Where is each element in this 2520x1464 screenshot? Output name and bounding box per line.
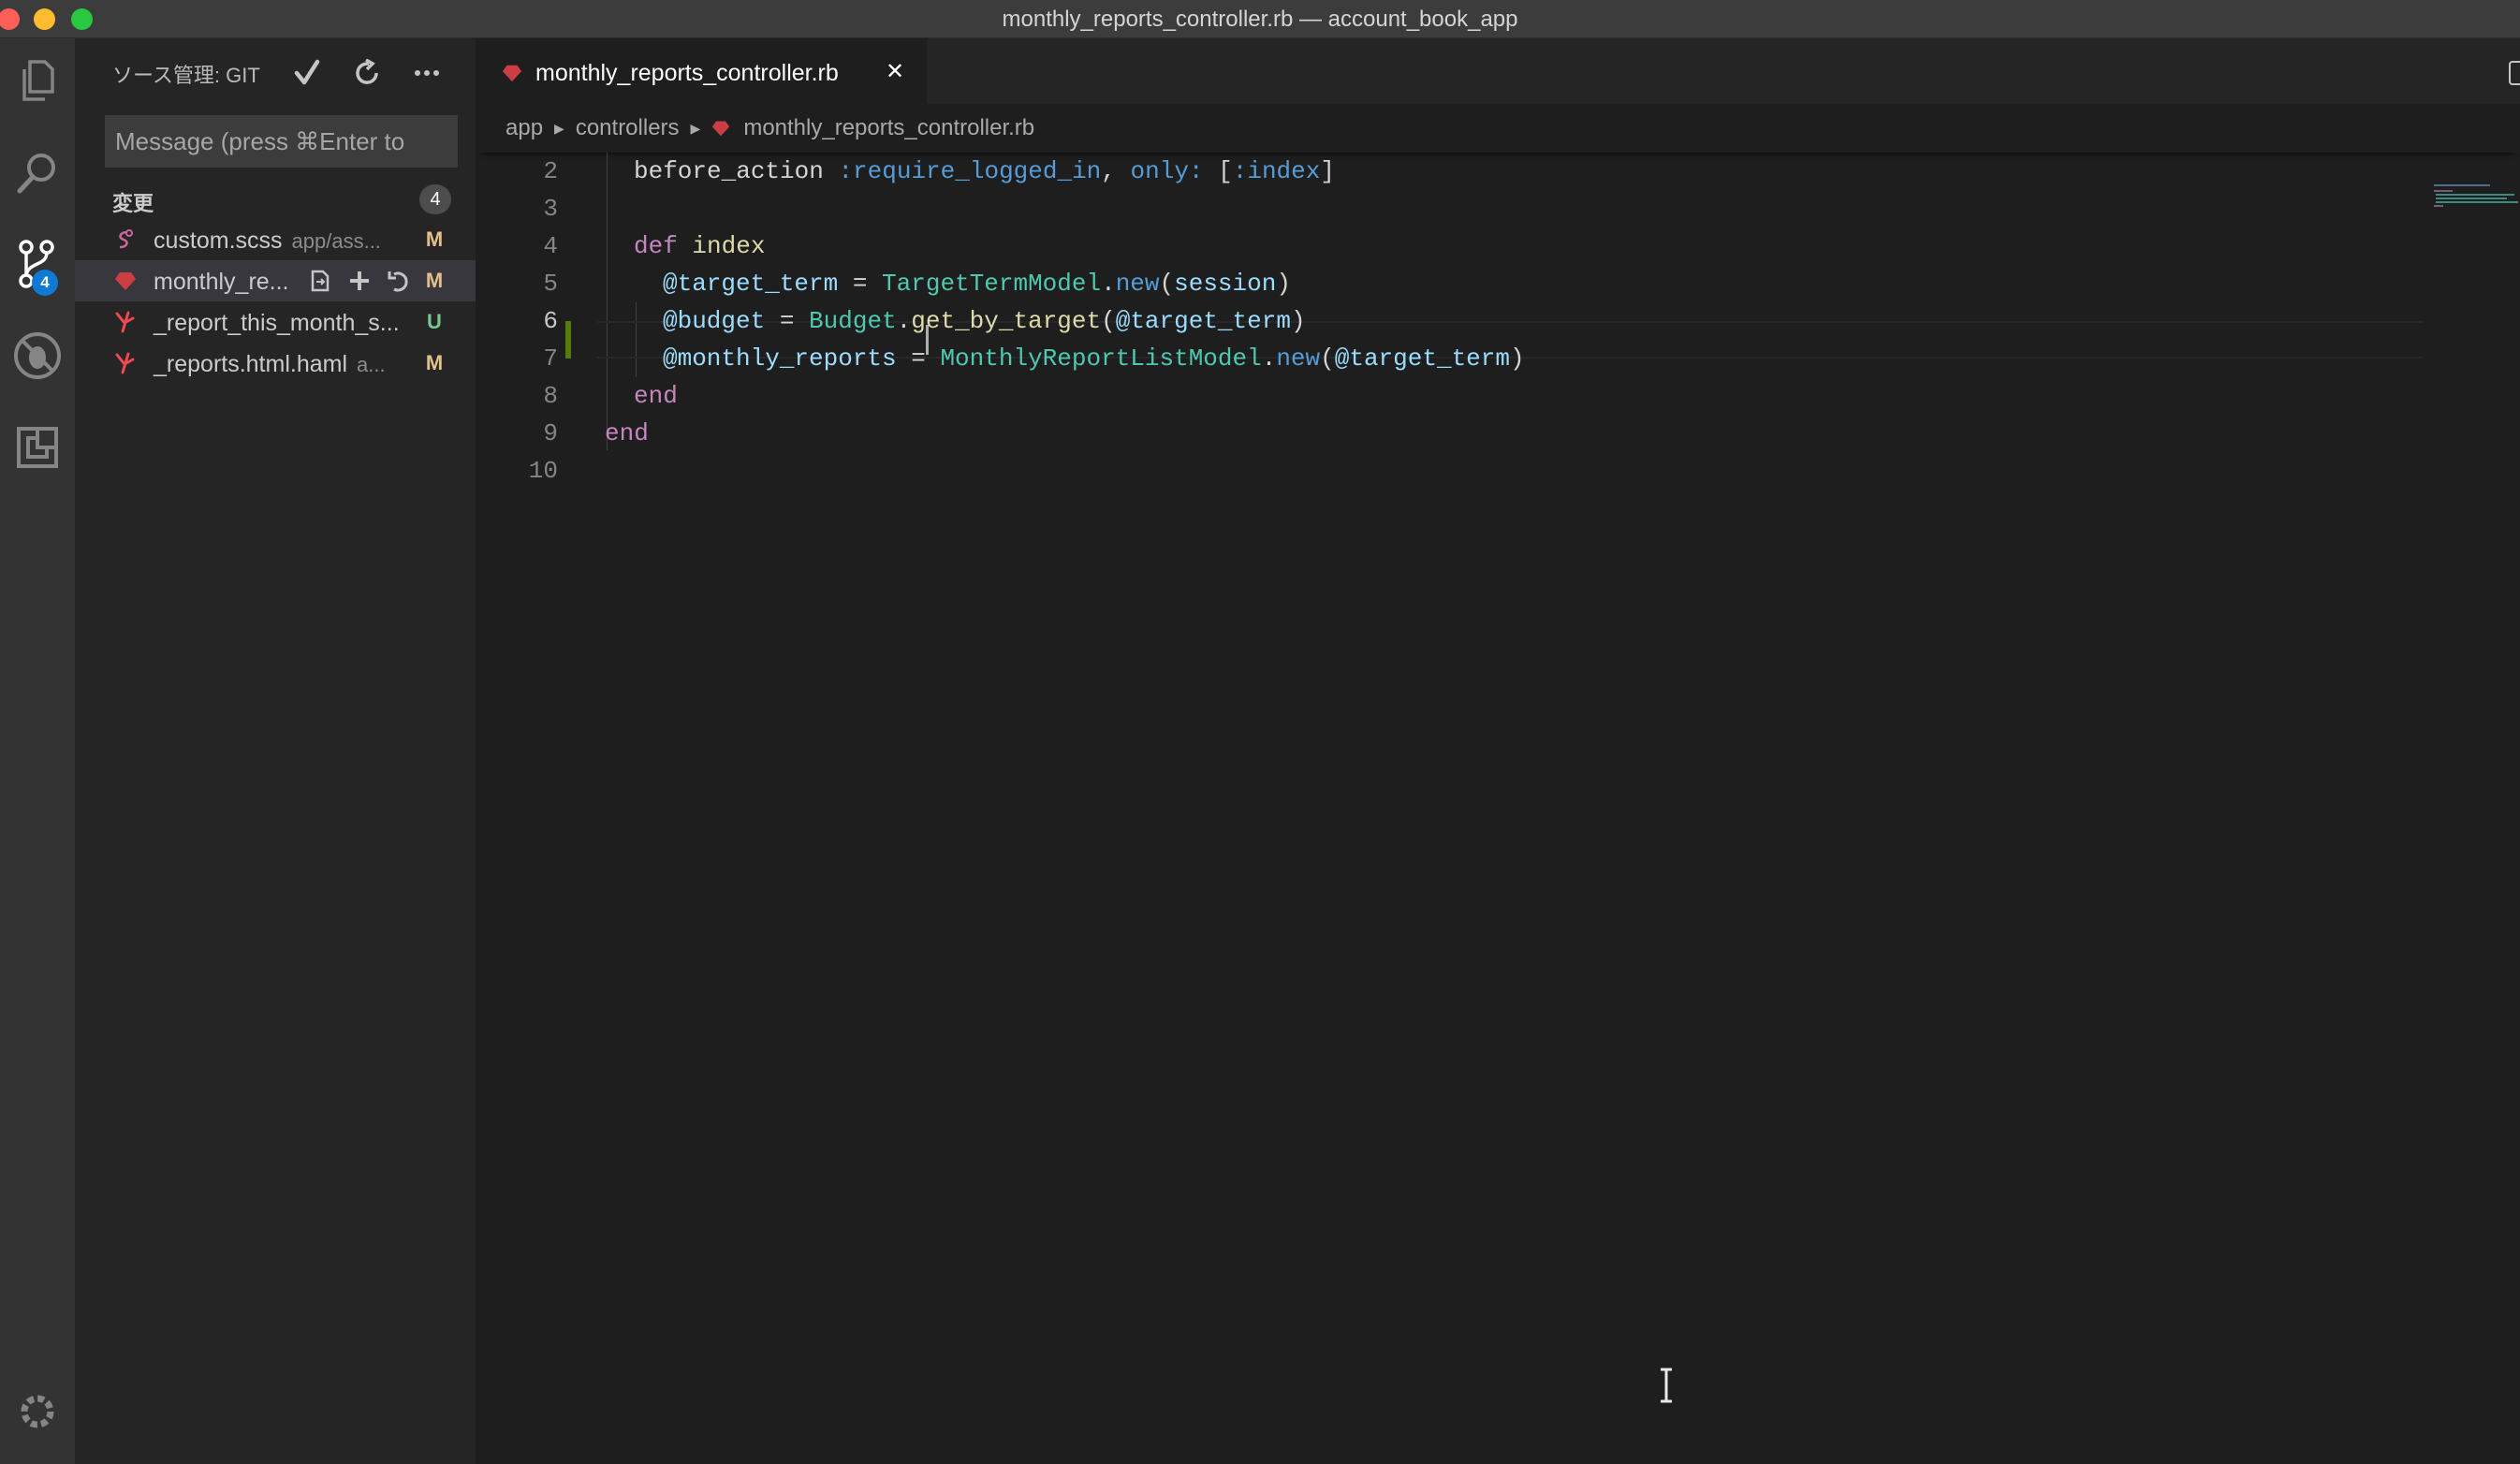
line-number: 2 bbox=[543, 157, 558, 185]
discard-changes-button[interactable] bbox=[384, 266, 414, 296]
commit-checkmark-icon bbox=[294, 59, 320, 85]
changed-file-row[interactable]: monthly_re... M bbox=[75, 260, 476, 301]
minimap[interactable] bbox=[2428, 153, 2520, 209]
file-status-badge: M bbox=[425, 269, 444, 292]
breadcrumb-item-controllers[interactable]: controllers bbox=[576, 115, 680, 141]
changes-group-label: 変更 bbox=[112, 192, 154, 215]
text-select-cursor-icon bbox=[1661, 1368, 1672, 1403]
line-number: 6 bbox=[543, 307, 558, 335]
code-line: 2 before_action :require_logged_in, only… bbox=[476, 153, 2423, 190]
file-directory: a... bbox=[357, 353, 386, 376]
close-tab-button[interactable]: ✕ bbox=[880, 57, 910, 87]
tab-bar: monthly_reports_controller.rb ✕ bbox=[476, 38, 2520, 104]
files-icon bbox=[22, 60, 54, 101]
extensions-icon bbox=[17, 427, 58, 468]
stage-changes-button[interactable] bbox=[344, 266, 374, 296]
search-activity-button[interactable] bbox=[0, 130, 75, 214]
commit-button[interactable] bbox=[288, 54, 326, 92]
code-line-active: 6 @budget = Budget.get_by_target(@target… bbox=[476, 302, 2423, 340]
code-line: 8 end bbox=[476, 377, 2423, 415]
sidebar-header: ソース管理: GIT bbox=[75, 38, 476, 108]
code-editor[interactable]: 2 before_action :require_logged_in, only… bbox=[476, 153, 2520, 1464]
open-file-button[interactable] bbox=[305, 266, 335, 296]
extensions-activity-button[interactable] bbox=[0, 405, 75, 490]
source-control-badge: 4 bbox=[32, 270, 58, 296]
sidebar-title: ソース管理: GIT bbox=[112, 64, 260, 87]
line-number: 3 bbox=[543, 195, 558, 223]
explorer-activity-button[interactable] bbox=[0, 38, 75, 123]
changed-file-row[interactable]: custom.scss app/ass... M bbox=[75, 219, 476, 260]
source-control-activity-button[interactable]: 4 bbox=[0, 222, 75, 306]
changed-file-row[interactable]: _report_this_month_s... U bbox=[75, 301, 476, 343]
code-line: 10 bbox=[476, 452, 2423, 490]
debug-icon bbox=[14, 332, 61, 379]
debug-activity-button[interactable] bbox=[0, 314, 75, 398]
line-content: def index bbox=[634, 232, 766, 260]
haml-file-icon bbox=[115, 352, 135, 374]
editor-group: monthly_reports_controller.rb ✕ app ▶ co… bbox=[476, 38, 2520, 1464]
line-content: end bbox=[634, 382, 678, 410]
line-number: 8 bbox=[543, 382, 558, 410]
line-number: 9 bbox=[543, 419, 558, 447]
more-actions-button[interactable] bbox=[408, 54, 446, 92]
gear-icon[interactable] bbox=[9, 1383, 66, 1440]
refresh-button[interactable] bbox=[348, 54, 386, 92]
changed-file-row[interactable]: _reports.html.haml a... M bbox=[75, 343, 476, 384]
more-icon bbox=[415, 70, 439, 76]
file-name: custom.scss app/ass... bbox=[154, 227, 381, 254]
line-content: @target_term = TargetTermModel.new(sessi… bbox=[663, 270, 1291, 298]
breadcrumb-item-app[interactable]: app bbox=[505, 115, 543, 141]
window-title: monthly_reports_controller.rb — account_… bbox=[1002, 7, 1518, 32]
changes-group-header[interactable]: 変更 4 bbox=[75, 179, 476, 220]
open-file-icon bbox=[311, 270, 330, 292]
file-status-badge: M bbox=[425, 351, 444, 374]
source-control-sidebar: ソース管理: GIT 変更 4 custom.scssapp/ass... M … bbox=[75, 38, 476, 1464]
code-line: 7 @monthly_reports = MonthlyReportListMo… bbox=[476, 340, 2423, 377]
changes-count-badge: 4 bbox=[419, 184, 451, 214]
line-number: 4 bbox=[543, 232, 558, 260]
sass-file-icon bbox=[119, 229, 133, 249]
ruby-file-icon bbox=[712, 121, 730, 137]
file-directory: app/ass... bbox=[291, 229, 381, 253]
ruby-file-icon bbox=[115, 272, 136, 290]
discard-changes-icon bbox=[388, 271, 408, 292]
breadcrumb: app ▶ controllers ▶ monthly_reports_cont… bbox=[476, 104, 2520, 153]
line-content: @monthly_reports = MonthlyReportListMode… bbox=[663, 344, 1525, 373]
breadcrumb-item-file[interactable]: monthly_reports_controller.rb bbox=[743, 115, 1034, 141]
title-bar: monthly_reports_controller.rb — account_… bbox=[0, 0, 2520, 38]
file-status-badge: U bbox=[427, 310, 442, 333]
refresh-icon bbox=[356, 59, 378, 84]
activity-bar: 4 bbox=[0, 38, 75, 1464]
line-number: 7 bbox=[543, 344, 558, 373]
tab-monthly-reports-controller[interactable]: monthly_reports_controller.rb ✕ bbox=[476, 38, 927, 104]
code-line: 5 @target_term = TargetTermModel.new(ses… bbox=[476, 265, 2423, 302]
file-status-badge: M bbox=[425, 227, 444, 251]
chevron-right-icon: ▶ bbox=[690, 120, 701, 136]
file-row-actions bbox=[305, 266, 414, 296]
code-line: 9 end bbox=[476, 415, 2423, 452]
line-content: before_action :require_logged_in, only: … bbox=[634, 157, 1335, 185]
line-number: 5 bbox=[543, 270, 558, 298]
code-line: 3 bbox=[476, 190, 2423, 227]
code-line: 4 def index bbox=[476, 227, 2423, 265]
file-name: _reports.html.haml a... bbox=[154, 351, 386, 377]
file-name: _report_this_month_s... bbox=[154, 310, 400, 336]
split-editor-icon[interactable] bbox=[2509, 61, 2520, 85]
line-content: @budget = Budget.get_by_target(@target_t… bbox=[663, 307, 1306, 335]
ruby-file-icon bbox=[502, 65, 522, 82]
haml-file-icon bbox=[115, 311, 135, 333]
tab-label: monthly_reports_controller.rb bbox=[535, 60, 839, 86]
search-icon bbox=[17, 154, 55, 194]
line-number: 10 bbox=[528, 457, 558, 485]
commit-message-input[interactable] bbox=[105, 115, 458, 168]
stage-plus-icon bbox=[350, 271, 369, 290]
file-name: monthly_re... bbox=[154, 269, 289, 295]
chevron-right-icon: ▶ bbox=[554, 120, 564, 136]
line-content: end bbox=[605, 419, 649, 447]
